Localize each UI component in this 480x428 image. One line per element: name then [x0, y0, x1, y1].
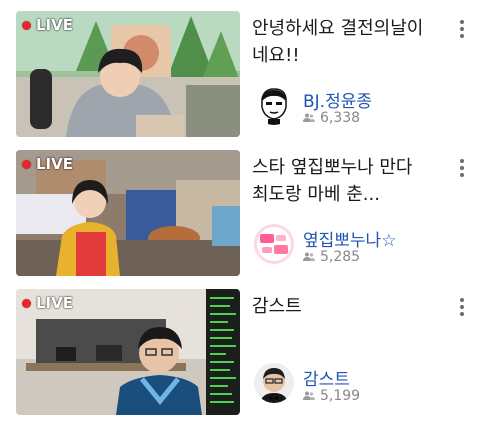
- stream-thumbnail[interactable]: LIVE: [16, 289, 240, 415]
- more-options-icon[interactable]: [452, 15, 472, 43]
- stream-item[interactable]: LIVE 안녕하세요 결전의날이네요!! BJ.정윤종 6,338: [0, 11, 480, 139]
- channel-name[interactable]: BJ.정윤종: [303, 87, 372, 112]
- viewer-count: 5,199: [303, 388, 360, 404]
- channel-avatar[interactable]: [254, 224, 294, 264]
- live-label: LIVE: [36, 16, 73, 34]
- stream-title[interactable]: 안녕하세요 결전의날이네요!!: [252, 15, 430, 69]
- live-label: LIVE: [36, 155, 73, 173]
- pink-logo-avatar-icon: [254, 224, 294, 264]
- viewer-count-value: 5,199: [320, 388, 361, 404]
- viewers-icon: [303, 113, 315, 122]
- live-dot-icon: [22, 159, 31, 169]
- stream-title[interactable]: 스타 옆집뽀누나 만다 최도랑 마베 춘...: [252, 154, 430, 208]
- live-label: LIVE: [36, 294, 73, 312]
- channel-name[interactable]: 감스트: [303, 365, 350, 390]
- viewers-icon: [303, 252, 315, 261]
- more-options-icon[interactable]: [452, 154, 472, 182]
- channel-avatar[interactable]: [254, 363, 294, 403]
- viewers-icon: [303, 391, 315, 400]
- stream-item[interactable]: LIVE 감스트 감스트 5,199: [0, 289, 480, 417]
- live-dot-icon: [22, 298, 31, 308]
- stream-thumbnail[interactable]: LIVE: [16, 11, 240, 137]
- stream-thumbnail[interactable]: LIVE: [16, 150, 240, 276]
- cartoon-face-avatar-icon: [254, 85, 294, 125]
- viewer-count-value: 5,285: [320, 249, 361, 265]
- stream-title[interactable]: 감스트: [252, 293, 430, 320]
- channel-name[interactable]: 옆집뽀누나☆: [303, 226, 396, 251]
- live-badge: LIVE: [22, 15, 73, 35]
- channel-avatar[interactable]: [254, 85, 294, 125]
- stream-item[interactable]: LIVE 스타 옆집뽀누나 만다 최도랑 마베 춘... 옆집뽀누나☆ 5,28…: [0, 150, 480, 278]
- face-portrait-avatar-icon: [254, 363, 294, 403]
- stream-list: LIVE 안녕하세요 결전의날이네요!! BJ.정윤종 6,338 LIVE 스…: [0, 0, 480, 428]
- viewer-count: 5,285: [303, 249, 360, 265]
- live-badge: LIVE: [22, 293, 73, 313]
- viewer-count-value: 6,338: [320, 110, 361, 126]
- live-badge: LIVE: [22, 154, 73, 174]
- live-dot-icon: [22, 20, 31, 30]
- viewer-count: 6,338: [303, 110, 360, 126]
- more-options-icon[interactable]: [452, 293, 472, 321]
